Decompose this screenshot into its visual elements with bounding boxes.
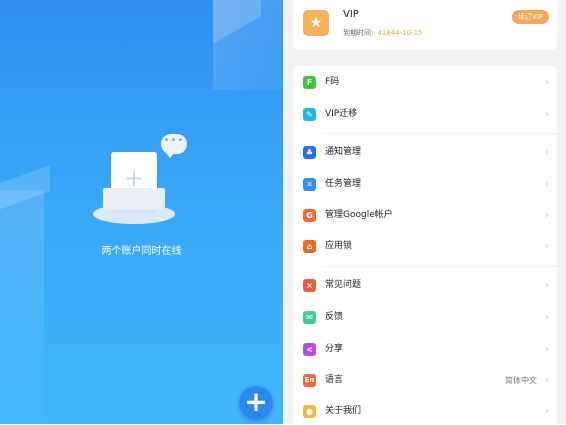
bell-icon: ♣ <box>303 146 316 159</box>
task-icon: ✕ <box>303 178 316 191</box>
menu-item-tasks[interactable]: ✕ 任务管理 › <box>293 172 557 198</box>
chevron-right-icon: › <box>545 210 549 221</box>
faq-icon: × <box>303 279 316 292</box>
feedback-icon: ✉ <box>303 311 316 324</box>
chevron-right-icon: › <box>545 312 549 323</box>
menu-item-faq[interactable]: × 常见问题 › <box>293 273 557 299</box>
vip-migrate-icon: ✎ <box>303 108 316 121</box>
menu-item-label: 常见问题 <box>325 280 362 290</box>
menu-item-notifications[interactable]: ♣ 通知管理 › <box>293 140 557 166</box>
vip-title: VIP <box>343 9 359 20</box>
menu-item-vip-migrate[interactable]: ✎ VIP迁移 › <box>293 102 557 128</box>
chevron-right-icon: › <box>545 179 549 190</box>
chevron-right-icon: › <box>545 280 549 291</box>
menu-item-language[interactable]: En 语言 简体中文 › <box>293 368 557 394</box>
empty-accounts-illustration: + ••• <box>93 130 193 226</box>
vip-card[interactable]: ★ VIP 到期时间: 41844-10-15 续订VIP <box>293 0 557 50</box>
menu-item-label: 关于我们 <box>325 406 362 416</box>
chevron-right-icon: › <box>545 77 549 88</box>
share-icon: < <box>303 343 316 356</box>
lock-icon: ⌂ <box>303 240 316 253</box>
menu-item-label: 管理Google帐户 <box>325 210 393 220</box>
menu-item-label: 分享 <box>325 344 344 354</box>
language-icon: En <box>303 374 316 387</box>
divider <box>325 266 557 267</box>
menu-item-about[interactable]: ● 关于我们 › <box>293 399 557 425</box>
google-icon: G <box>303 209 316 222</box>
menu-item-f-code[interactable]: F F码 › <box>293 70 557 96</box>
chat-bubble-icon: ••• <box>161 134 187 158</box>
menu-item-label: 任务管理 <box>325 179 362 189</box>
decorative-cube <box>0 190 44 424</box>
menu-item-label: VIP迁移 <box>325 109 358 119</box>
add-account-button[interactable]: + <box>239 386 273 420</box>
chevron-right-icon: › <box>545 109 549 120</box>
about-icon: ● <box>303 405 316 418</box>
chevron-right-icon: › <box>545 406 549 417</box>
menu-item-app-lock[interactable]: ⌂ 应用锁 › <box>293 234 557 260</box>
f-code-icon: F <box>303 76 316 89</box>
tray-icon <box>103 188 165 210</box>
language-value: 简体中文 <box>505 376 537 385</box>
chevron-right-icon: › <box>545 147 549 158</box>
menu-item-label: 语言 <box>325 375 344 385</box>
menu-item-label: 反馈 <box>325 312 344 322</box>
vip-crown-icon: ★ <box>303 10 329 36</box>
renew-vip-button[interactable]: 续订VIP <box>511 10 549 24</box>
plus-icon: + <box>123 164 145 192</box>
settings-panel: ★ VIP 到期时间: 41844-10-15 续订VIP F F码 › ✎ VI… <box>283 0 566 424</box>
menu-item-label: 通知管理 <box>325 147 362 157</box>
chevron-right-icon: › <box>545 375 549 386</box>
menu-item-share[interactable]: < 分享 › <box>293 337 557 363</box>
menu-item-google-account[interactable]: G 管理Google帐户 › <box>293 203 557 229</box>
chevron-right-icon: › <box>545 344 549 355</box>
accounts-panel: + ••• 两个账户同时在线 + <box>0 0 283 424</box>
vip-expiry: 到期时间: 41844-10-15 <box>343 28 423 38</box>
empty-state-caption: 两个账户同时在线 <box>101 246 182 257</box>
settings-menu: F F码 › ✎ VIP迁移 › ♣ 通知管理 › ✕ 任务管理 › G 管理G… <box>293 66 557 424</box>
vip-expiry-label: 到期时间: <box>343 29 374 37</box>
chevron-right-icon: › <box>545 241 549 252</box>
menu-item-label: 应用锁 <box>325 241 353 251</box>
vip-expiry-date: 41844-10-15 <box>377 29 423 37</box>
divider <box>325 133 557 134</box>
menu-item-label: F码 <box>325 77 340 87</box>
menu-item-feedback[interactable]: ✉ 反馈 › <box>293 305 557 331</box>
